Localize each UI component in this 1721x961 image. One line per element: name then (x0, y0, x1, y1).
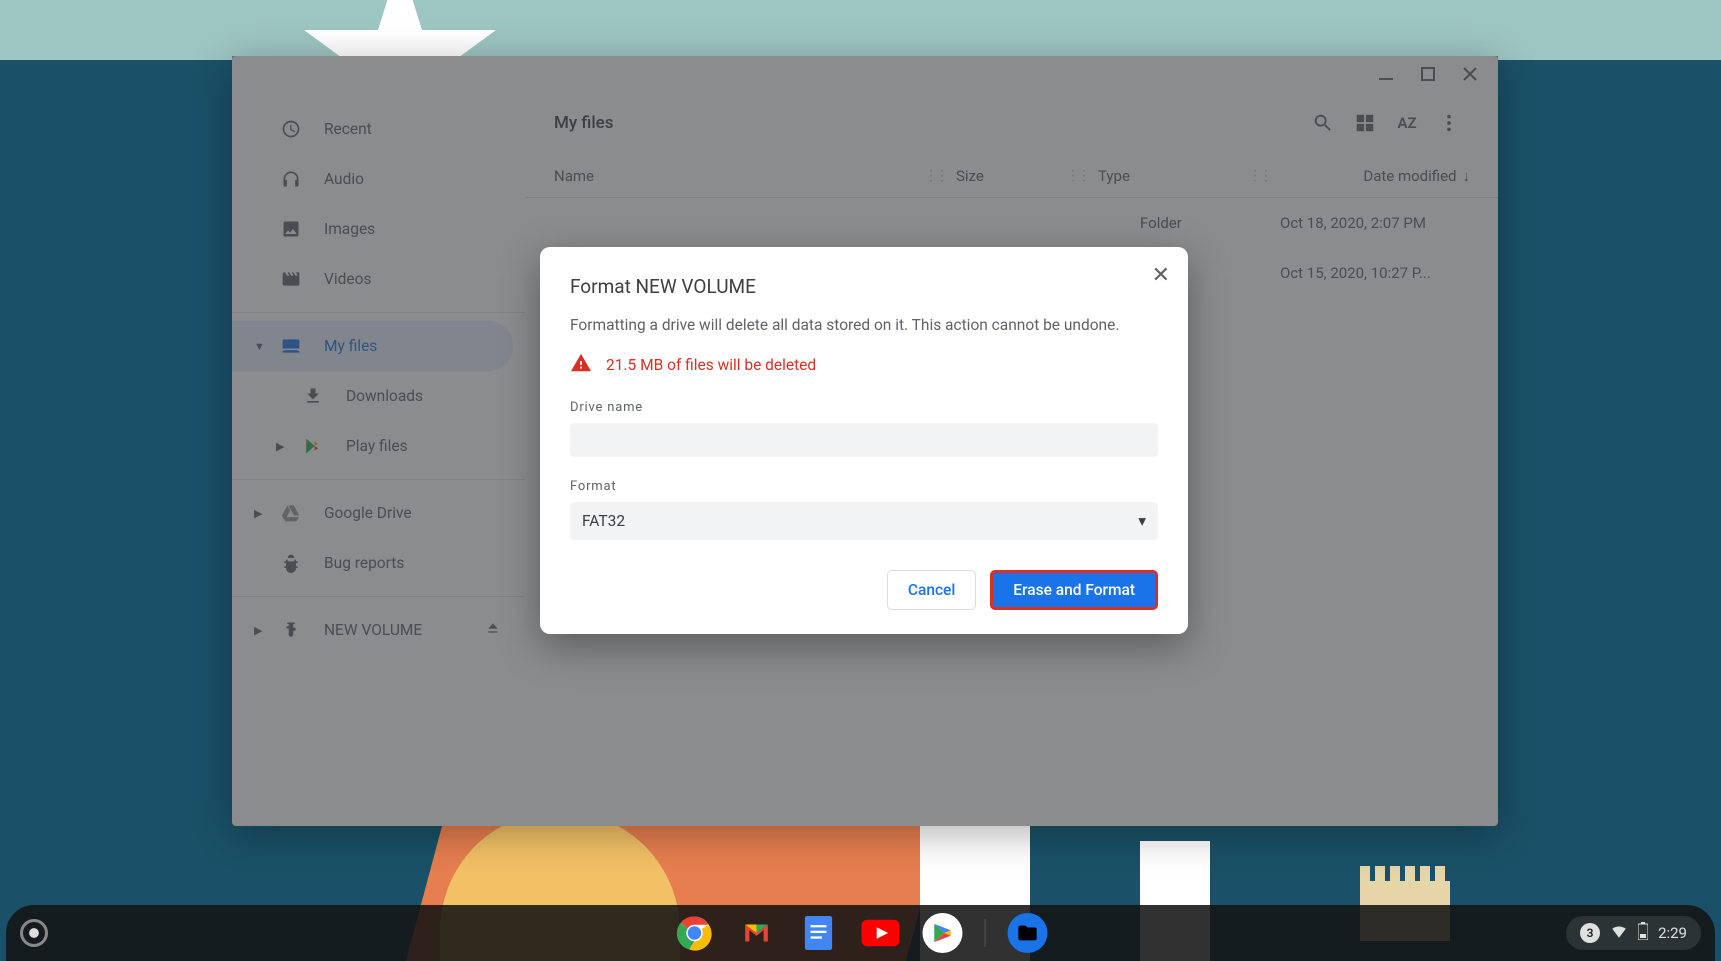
files-app-icon[interactable] (1007, 913, 1047, 953)
dialog-title: Format NEW VOLUME (570, 275, 1158, 298)
erase-and-format-button[interactable]: Erase and Format (990, 570, 1158, 610)
format-select[interactable]: FAT32 ▾ (570, 502, 1158, 540)
shelf-separator (984, 919, 985, 947)
launcher-button[interactable] (20, 919, 48, 947)
gmail-icon[interactable] (736, 913, 776, 953)
chevron-down-icon: ▾ (1138, 512, 1146, 530)
drive-name-label: Drive name (570, 400, 1158, 415)
notification-badge: 3 (1580, 923, 1600, 943)
youtube-icon[interactable] (860, 913, 900, 953)
shelf: 3 2:29 (6, 905, 1715, 961)
cancel-button[interactable]: Cancel (887, 570, 976, 610)
wifi-icon (1610, 922, 1628, 944)
warning-icon (570, 352, 592, 378)
drive-name-input[interactable] (570, 423, 1158, 457)
dialog-description: Formatting a drive will delete all data … (570, 316, 1158, 334)
status-tray[interactable]: 3 2:29 (1566, 916, 1701, 950)
format-label: Format (570, 479, 1158, 494)
battery-icon (1638, 922, 1648, 944)
play-store-icon[interactable] (922, 913, 962, 953)
dialog-warning: 21.5 MB of files will be deleted (570, 352, 1158, 378)
warning-text: 21.5 MB of files will be deleted (606, 356, 816, 374)
docs-icon[interactable] (798, 913, 838, 953)
clock: 2:29 (1658, 924, 1687, 942)
format-value: FAT32 (582, 512, 625, 530)
dialog-close-button[interactable]: ✕ (1152, 263, 1170, 288)
chrome-icon[interactable] (674, 913, 714, 953)
wallpaper-segment (0, 0, 1721, 60)
format-dialog: ✕ Format NEW VOLUME Formatting a drive w… (540, 247, 1188, 634)
